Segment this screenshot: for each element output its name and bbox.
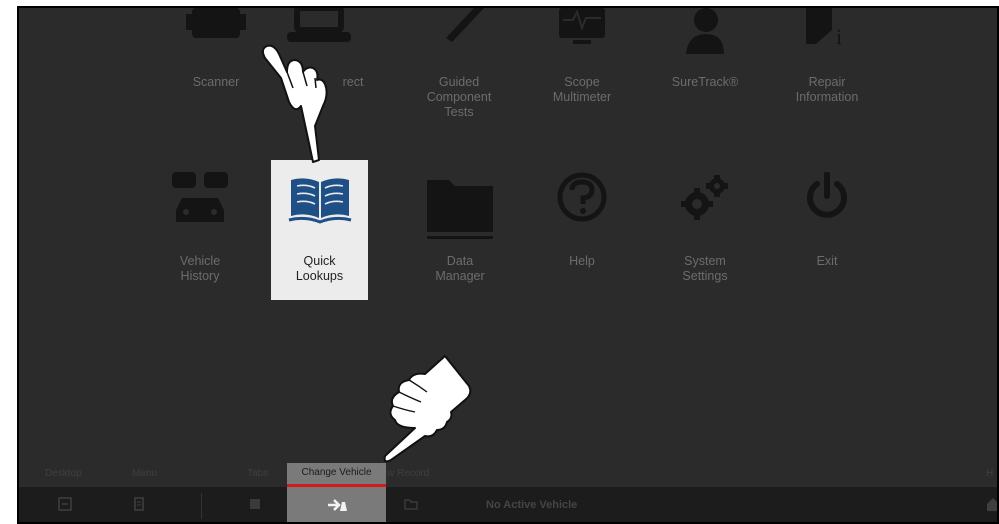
folder-icon [427, 180, 493, 239]
tab-tabs[interactable]: Tabs [247, 468, 268, 479]
tile-label: SureTrack® [671, 75, 739, 89]
tile-label: Quick Lookups [295, 254, 344, 283]
tab-desktop[interactable]: Desktop [45, 468, 82, 479]
change-vehicle-button[interactable] [287, 487, 386, 522]
tile-label: Data Manager [435, 254, 485, 283]
tile-system-settings[interactable]: System Settings [657, 160, 753, 300]
tab-home-partial[interactable]: H [986, 468, 993, 479]
cars-icon [172, 172, 228, 222]
tab-menu[interactable]: Menu [132, 468, 157, 479]
bottom-toolbar: No Active Vehicle [19, 487, 999, 522]
tabs-icon[interactable] [247, 496, 263, 512]
gears-icon [681, 175, 728, 220]
tab-view-record[interactable]: w Record [387, 468, 429, 479]
tile-label: Guided Component Tests [426, 75, 492, 119]
tile-label: System Settings [682, 254, 728, 283]
view-record-icon[interactable] [403, 496, 419, 512]
tile-exit[interactable]: Exit [779, 160, 875, 300]
vehicle-status: No Active Vehicle [486, 499, 578, 511]
waveform-icon [559, 8, 605, 44]
tile-label: Scanner [192, 75, 240, 89]
tile-data-manager[interactable]: Data Manager [412, 160, 508, 300]
tile-label: Vehicle History [179, 254, 221, 283]
desktop-icon[interactable] [57, 496, 73, 512]
tab-change-vehicle[interactable]: Change Vehicle [287, 463, 386, 484]
change-vehicle-icon [328, 499, 347, 511]
tile-quick-lookups[interactable]: Quick Lookups [271, 160, 368, 300]
tile-repair-information[interactable]: i Repair Information [779, 8, 875, 138]
power-icon [807, 172, 847, 218]
pointing-hand-icon [383, 355, 472, 463]
svg-text:i: i [836, 24, 842, 49]
scanner-icon [186, 8, 246, 38]
tile-scope-multimeter[interactable]: Scope Multimeter [534, 8, 630, 138]
app-window: Scanner rect Guided Component Tests Scope M… [17, 6, 999, 524]
help-icon [557, 172, 607, 222]
home-icon[interactable] [985, 496, 999, 512]
tile-suretrack[interactable]: SureTrack® [657, 8, 753, 138]
bottom-tab-bar: Desktop Menu Tabs Change Vehicle w Recor… [19, 463, 997, 484]
probe-icon [446, 8, 484, 42]
pointing-hand-icon [261, 44, 328, 163]
book-icon [288, 178, 351, 224]
repair-info-icon: i [806, 8, 842, 49]
tile-label: Exit [816, 254, 838, 268]
toolbar-divider [201, 493, 202, 519]
tile-help[interactable]: Help [534, 160, 630, 300]
tile-scanner[interactable]: Scanner [168, 8, 264, 138]
tile-label: Repair Information [795, 75, 859, 104]
tile-label: Scope Multimeter [552, 75, 612, 104]
tile-label: Help [569, 254, 595, 268]
tile-vehicle-history[interactable]: Vehicle History [152, 160, 248, 300]
tile-guided-component-tests[interactable]: Guided Component Tests [411, 8, 507, 138]
menu-icon[interactable] [131, 496, 147, 512]
expert-person-icon [686, 8, 724, 54]
